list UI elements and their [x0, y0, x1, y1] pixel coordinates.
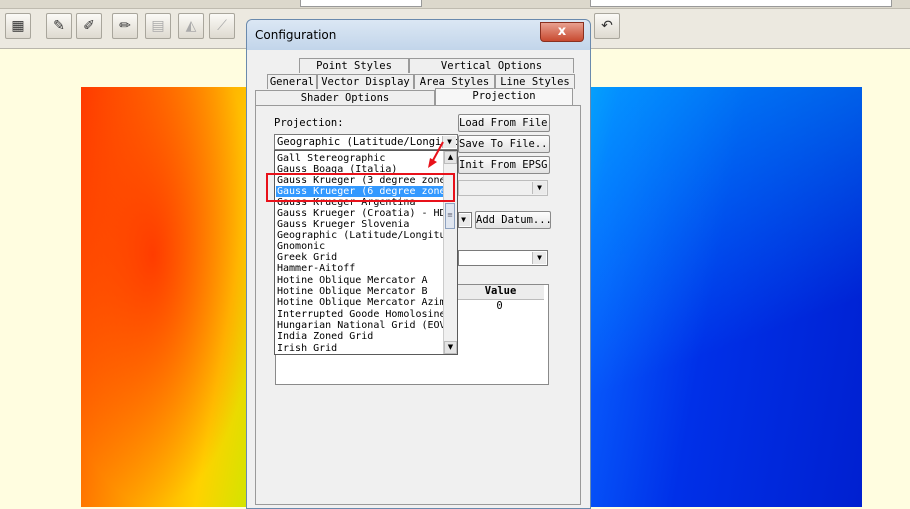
list-item[interactable]: Greek Grid [276, 252, 445, 263]
list-item[interactable]: Hotine Oblique Mercator Azimuth [276, 297, 445, 308]
list-item[interactable]: Hotine Oblique Mercator A [276, 275, 445, 286]
tab-shader-options[interactable]: Shader Options [255, 90, 435, 105]
add-datum-button[interactable]: Add Datum... [475, 211, 551, 229]
projection-label: Projection: [274, 117, 344, 129]
list-item[interactable]: Gnomonic [276, 241, 445, 252]
datum-select-arrow[interactable]: ▼ [458, 212, 472, 228]
load-from-file-button[interactable]: Load From File... [458, 114, 550, 132]
road-tool-icon[interactable]: ▤ [145, 13, 171, 39]
annotation-arrow-icon [428, 141, 444, 168]
dialog-titlebar[interactable]: Configuration x [247, 20, 590, 50]
list-item[interactable]: Interrupted Goode Homolosine [276, 309, 445, 320]
tab-area-styles[interactable]: Area Styles [414, 74, 495, 89]
save-to-file-button[interactable]: Save To File... [458, 135, 550, 153]
list-item[interactable]: Hungarian National Grid (EOV) [276, 320, 445, 331]
draw-line-icon[interactable]: ✏ [112, 13, 138, 39]
terrain-tool-icon[interactable]: ◭ [178, 13, 204, 39]
ruler-tool-icon[interactable]: ⟋ [209, 13, 235, 39]
digitize-points-icon[interactable]: ✎ [46, 13, 72, 39]
tab-vertical-options[interactable]: Vertical Options [409, 58, 574, 73]
edit-vertex-icon[interactable]: ✐ [76, 13, 102, 39]
chevron-down-icon[interactable]: ▼ [532, 182, 546, 194]
list-item[interactable]: Gauss Krueger Slovenia [276, 219, 445, 230]
dialog-title: Configuration [255, 28, 337, 42]
list-item[interactable]: India Zoned Grid [276, 331, 445, 342]
list-item[interactable]: Hotine Oblique Mercator B [276, 286, 445, 297]
tab-point-styles[interactable]: Point Styles [299, 58, 409, 73]
tab-line-styles[interactable]: Line Styles [495, 74, 575, 89]
list-item[interactable]: Gauss Krueger (Croatia) - HDKS [276, 208, 445, 219]
value-column-header[interactable]: Value [456, 285, 544, 300]
list-item[interactable]: Gall Stereographic [276, 153, 445, 164]
init-from-epsg-button[interactable]: Init From EPSG... [458, 156, 550, 174]
scroll-thumb[interactable]: ≡ [445, 203, 455, 229]
toolbar-field-right[interactable] [590, 0, 892, 7]
undo-icon[interactable]: ↶ [594, 13, 620, 39]
close-button[interactable]: x [540, 22, 584, 42]
annotation-highlight-box [266, 173, 455, 202]
tab-general[interactable]: General [267, 74, 317, 89]
zone-select[interactable]: ▼ [458, 180, 548, 196]
parameter-value[interactable]: 0 [456, 300, 543, 312]
toolbar-field[interactable] [300, 0, 422, 7]
scroll-down-icon[interactable]: ▼ [444, 341, 457, 354]
list-item[interactable]: Geographic (Latitude/Longitude) [276, 230, 445, 241]
units-select[interactable]: ▼ [458, 250, 548, 266]
chevron-down-icon[interactable]: ▼ [459, 214, 470, 226]
grid-tool-icon[interactable]: ▦ [5, 13, 31, 39]
map-shading [81, 87, 261, 507]
tab-projection[interactable]: Projection [435, 88, 573, 105]
chevron-down-icon[interactable]: ▼ [532, 252, 546, 264]
tab-vector-display[interactable]: Vector Display [317, 74, 414, 89]
list-item[interactable]: Irish Grid [276, 343, 445, 354]
map-shading-east [581, 87, 862, 507]
list-item[interactable]: Hammer-Aitoff [276, 263, 445, 274]
